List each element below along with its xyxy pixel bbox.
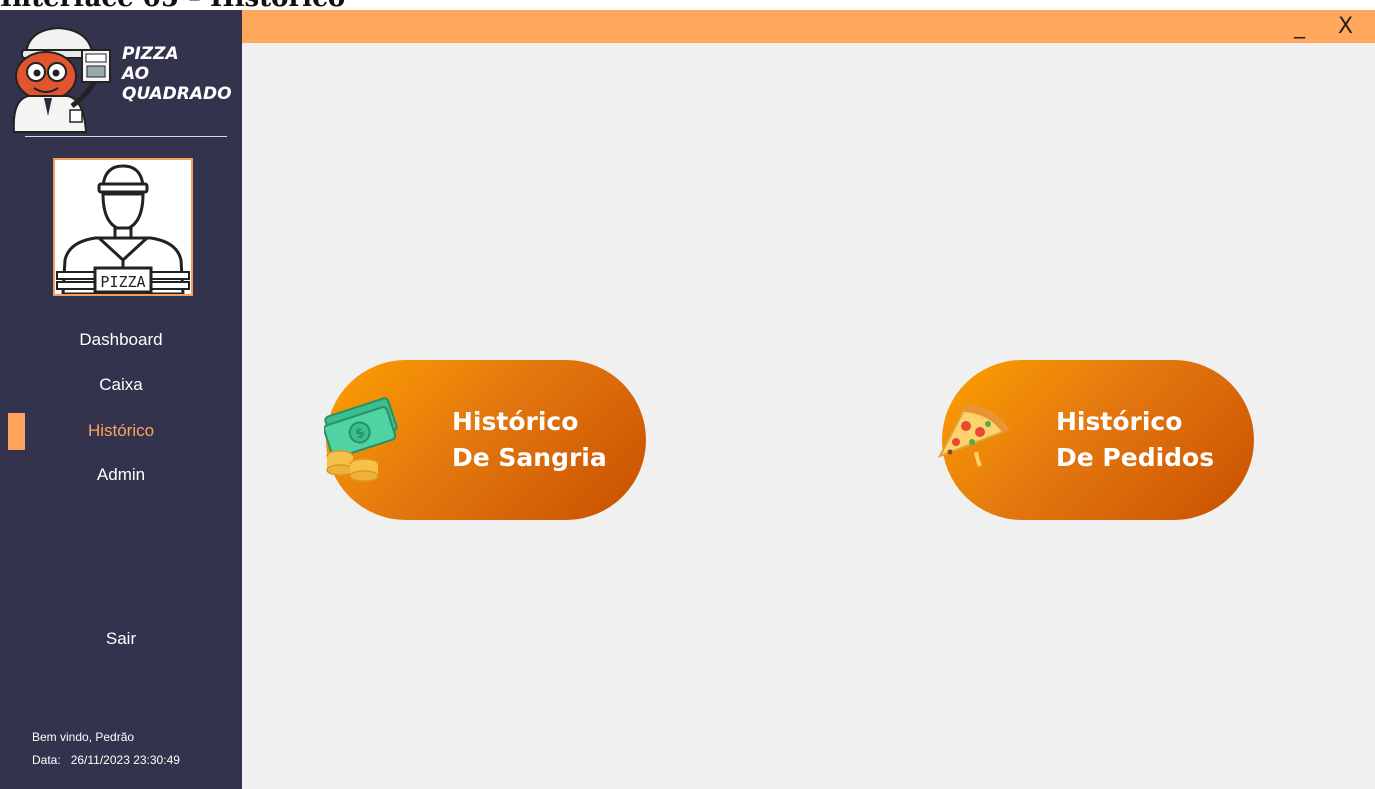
sangria-button-label: Histórico De Sangria [452,404,607,476]
sidebar: PIZZA AO QUADRADO PIZZA Dashboard Caixa … [0,10,242,789]
sidebar-item-caixa[interactable]: Caixa [0,371,242,399]
document-title: Interface 05 – Histórico [0,0,345,11]
datetime-line: Data: 26/11/2023 23:30:49 [32,753,180,767]
pedidos-label-line-1: Histórico [1056,407,1183,436]
pizza-mascot-logo [12,26,111,133]
logout-button[interactable]: Sair [0,625,242,653]
money-icon: $ [324,397,398,482]
sidebar-item-historico[interactable]: Histórico [0,417,242,445]
sidebar-item-dashboard[interactable]: Dashboard [0,326,242,354]
pizza-worker-avatar-icon: PIZZA [56,164,190,294]
minimize-button[interactable]: _ [1294,14,1305,40]
pedidos-button-label: Histórico De Pedidos [1056,404,1214,476]
welcome-text: Bem vindo, Pedrão [32,730,135,744]
sidebar-divider [25,136,227,137]
brand-line-2: AO [122,64,150,84]
sangria-label-line-2: De Sangria [452,443,607,472]
historico-pedidos-button[interactable]: Histórico De Pedidos [937,360,1254,520]
pedidos-label-line-2: De Pedidos [1056,443,1215,472]
date-value: 26/11/2023 23:30:49 [70,753,180,767]
close-button[interactable]: X [1338,14,1353,40]
pizza-slice-icon [937,404,1010,467]
historico-sangria-button[interactable]: $ Histórico De Sangria [324,360,646,520]
main-content: $ Histórico De Sangria Histórico De Pedi… [242,43,1375,789]
user-avatar: PIZZA [53,158,193,296]
sidebar-item-admin[interactable]: Admin [0,461,242,489]
brand-line-3: QUADRADO [122,84,232,104]
avatar-badge-text: PIZZA [100,273,145,291]
brand-name: PIZZA AO QUADRADO [122,44,232,104]
sangria-label-line-1: Histórico [452,407,579,436]
brand-line-1: PIZZA [122,44,179,64]
date-label: Data: [32,753,61,767]
title-bar: _ X [242,10,1375,43]
